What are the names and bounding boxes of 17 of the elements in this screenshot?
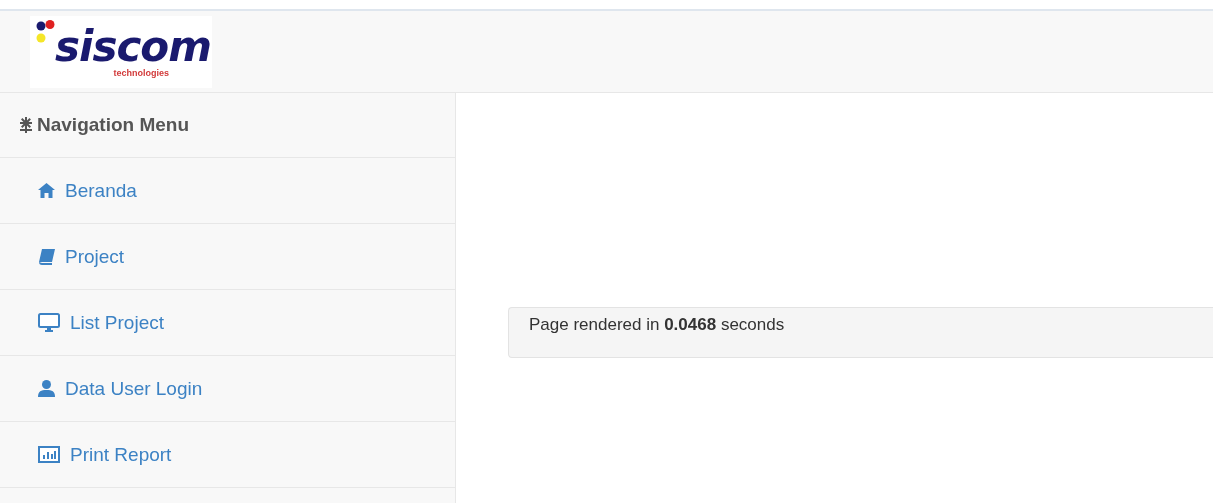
book-icon (38, 248, 55, 265)
sidebar-title: Navigation Menu (37, 114, 189, 136)
dots-icon (36, 19, 55, 44)
nav-item[interactable]: Data User Login (0, 356, 455, 422)
chart-icon (38, 446, 60, 463)
render-time-text: Page rendered in 0.0468 seconds (529, 315, 785, 334)
nav-item[interactable]: Project (0, 224, 455, 290)
monitor-icon (38, 313, 60, 332)
home-icon (38, 183, 55, 198)
settings-icon (18, 117, 34, 133)
user-icon (38, 380, 55, 397)
nav-item[interactable]: Beranda (0, 158, 455, 224)
logo-tagline: technologies (113, 67, 169, 78)
nav-item[interactable]: Print Report (0, 422, 455, 488)
logo[interactable]: siscom technologies (30, 15, 212, 88)
nav-item[interactable]: List Project (0, 290, 455, 356)
logo-name: siscom (55, 25, 211, 68)
